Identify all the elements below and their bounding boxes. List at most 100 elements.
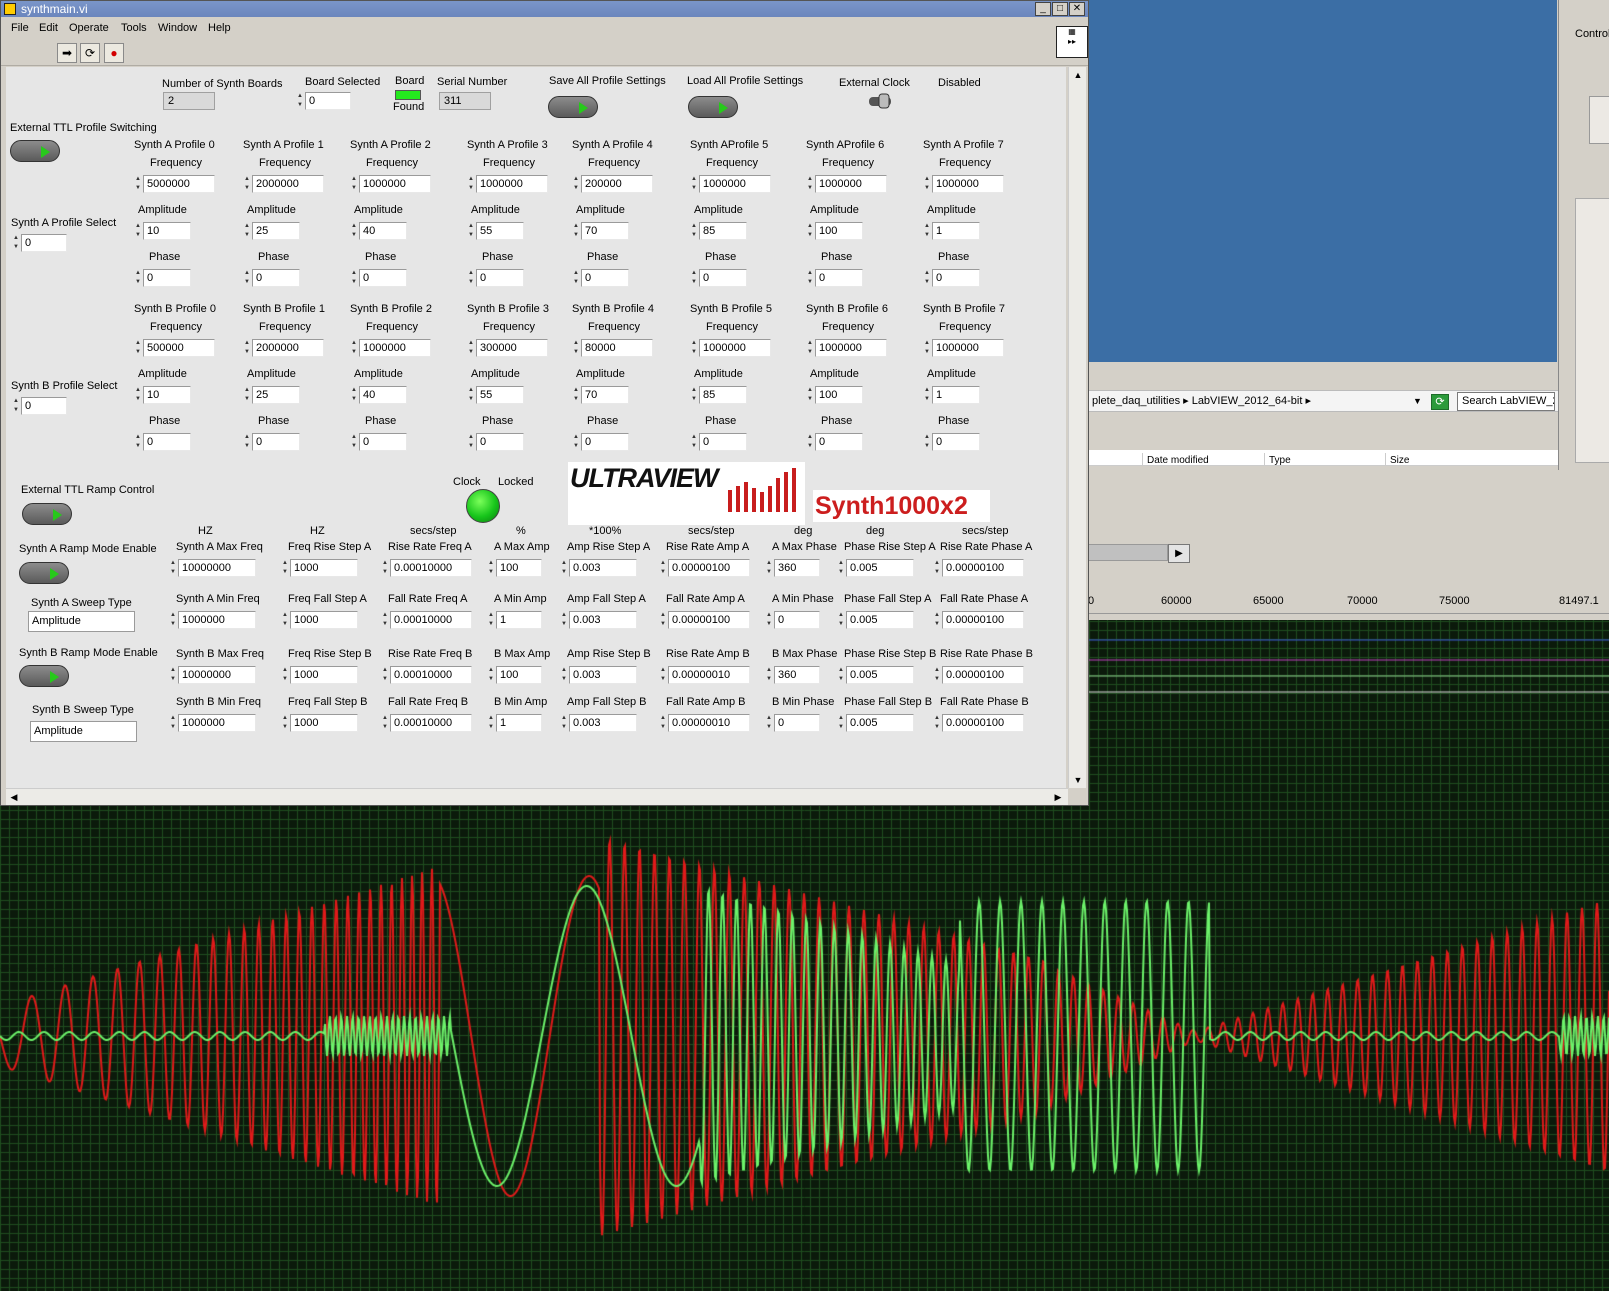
maximize-button[interactable]: □ [1052, 2, 1068, 16]
synth-b-profile-3-amplitude-label: Amplitude [471, 368, 520, 380]
synth-b-profile-7-phase-label: Phase [938, 415, 970, 427]
ultraview-logo: ULTRAVIEW [568, 462, 805, 525]
disabled-label: Disabled [938, 77, 981, 89]
ramp-unit-label: secs/step [410, 525, 457, 537]
ramp-field-label: Fall Rate Freq B [388, 696, 469, 708]
side-pane [1575, 198, 1609, 463]
run-continuously-icon[interactable]: ⟳ [80, 43, 100, 63]
control-label: Control [1575, 28, 1609, 40]
menu-help[interactable]: Help [208, 18, 231, 38]
synth-a-profile-5-amplitude-label: Amplitude [694, 204, 743, 216]
x-tick: 75000 [1439, 595, 1470, 607]
address-bar[interactable]: plete_daq_utilities ▸ LabVIEW_2012_64-bi… [1088, 390, 1558, 412]
search-input[interactable]: Search LabVIEW_2 [1457, 392, 1555, 411]
serial-number-indicator: 311 [439, 92, 491, 110]
scroll-right-icon[interactable]: ▶ [1050, 790, 1066, 805]
ext-ttl-ramp-toggle[interactable] [22, 503, 72, 525]
scrollbar-track[interactable] [1088, 544, 1168, 561]
ramp-unit-label: % [516, 525, 526, 537]
synth-a-sweep-select[interactable]: Amplitude [28, 611, 135, 632]
synth-b-sweep-value: Amplitude [34, 725, 83, 737]
locked-label: Locked [498, 476, 534, 488]
title-bar[interactable]: synthmain.vi _ □ ✕ [1, 1, 1088, 17]
synth-a-profile-1-frequency-label: Frequency [259, 157, 311, 169]
ramp-field-label: Phase Fall Step B [844, 696, 933, 708]
side-button[interactable] [1589, 96, 1609, 144]
menu-operate[interactable]: Operate [69, 18, 109, 38]
synth-b-sweep-select[interactable]: Amplitude [30, 721, 137, 742]
synth-b-profile-0-amplitude-label: Amplitude [138, 368, 187, 380]
synth-b-profile-2-title: Synth B Profile 2 [350, 303, 432, 315]
run-arrow-icon[interactable]: ➡ [57, 43, 77, 63]
synth-a-profile-3-amplitude-label: Amplitude [471, 204, 520, 216]
abort-icon[interactable]: ● [104, 43, 124, 63]
synth-b-ramp-enable-toggle[interactable] [19, 665, 69, 687]
ramp-field-label: A Max Amp [494, 541, 550, 553]
column-type[interactable]: Type [1264, 453, 1291, 465]
labview-window: synthmain.vi _ □ ✕ File Edit Operate Too… [0, 0, 1089, 806]
ramp-unit-label: *100% [589, 525, 622, 537]
scroll-left-icon[interactable]: ◀ [6, 790, 22, 805]
synth-b-profile-4-phase-label: Phase [587, 415, 619, 427]
ramp-field-label: Amp Rise Step A [567, 541, 651, 553]
load-settings-button[interactable] [688, 96, 738, 118]
vertical-scrollbar[interactable]: ▲ ▼ [1068, 67, 1086, 788]
synth-b-profile-1-title: Synth B Profile 1 [243, 303, 325, 315]
horizontal-scrollbar[interactable]: ◀ ▶ [6, 788, 1068, 805]
synth-a-sweep-value: Amplitude [32, 615, 81, 627]
synth-a-select-label: Synth A Profile Select [11, 217, 117, 229]
desktop-area [1088, 0, 1557, 362]
x-tick: 70000 [1347, 595, 1378, 607]
address-path[interactable]: plete_daq_utilities ▸ LabVIEW_2012_64-bi… [1092, 391, 1311, 411]
scope-scrollbar[interactable]: ▶ [1088, 538, 1609, 568]
ramp-field-label: Amp Rise Step B [567, 648, 651, 660]
serial-number-label: Serial Number [437, 76, 508, 88]
vi-icon [4, 3, 16, 15]
menu-tools[interactable]: Tools [121, 18, 147, 38]
board-label: Board [395, 75, 425, 87]
synth-a-profile-2-phase-label: Phase [365, 251, 397, 263]
menu-edit[interactable]: Edit [39, 18, 58, 38]
ramp-field-label: A Min Phase [772, 593, 834, 605]
external-clock-switch[interactable] [867, 93, 893, 109]
synth-a-profile-3-frequency-label: Frequency [483, 157, 535, 169]
synth-a-profile-0-frequency-label: Frequency [150, 157, 202, 169]
menu-file[interactable]: File [11, 18, 29, 38]
synth-b-profile-1-amplitude-label: Amplitude [247, 368, 296, 380]
save-settings-button[interactable] [548, 96, 598, 118]
synth-a-ramp-enable-toggle[interactable] [19, 562, 69, 584]
synth-b-select-label: Synth B Profile Select [11, 380, 118, 392]
synth-b-profile-5-phase-label: Phase [705, 415, 737, 427]
chevron-down-icon[interactable]: ▼ [1413, 391, 1422, 411]
save-settings-label: Save All Profile Settings [549, 75, 666, 87]
column-date-modified[interactable]: Date modified [1142, 453, 1209, 465]
ext-ttl-profile-toggle[interactable] [10, 140, 60, 162]
load-settings-label: Load All Profile Settings [687, 75, 804, 87]
ramp-field-label: Synth A Max Freq [176, 541, 263, 553]
menu-window[interactable]: Window [158, 18, 197, 38]
refresh-icon[interactable]: ⟳ [1431, 394, 1449, 410]
external-clock-label: External Clock [839, 77, 910, 89]
board-found-led [395, 90, 421, 100]
synth-a-profile-0-title: Synth A Profile 0 [134, 139, 215, 151]
synth-b-profile-6-frequency-label: Frequency [822, 321, 874, 333]
close-button[interactable]: ✕ [1069, 2, 1085, 16]
ramp-field-label: Phase Fall Step A [844, 593, 932, 605]
synth-b-profile-4-frequency-label: Frequency [588, 321, 640, 333]
ramp-field-label: Freq Rise Step B [288, 648, 372, 660]
synth-a-sweep-label: Synth A Sweep Type [31, 597, 132, 609]
synth-a-profile-6-phase-label: Phase [821, 251, 853, 263]
ramp-unit-label: secs/step [688, 525, 735, 537]
synth-a-profile-4-amplitude-label: Amplitude [576, 204, 625, 216]
scroll-down-icon[interactable]: ▼ [1070, 772, 1086, 788]
minimize-button[interactable]: _ [1035, 2, 1051, 16]
synth-a-profile-3-phase-label: Phase [482, 251, 514, 263]
ramp-field-label: Fall Rate Amp A [666, 593, 745, 605]
synth-b-profile-5-amplitude-label: Amplitude [694, 368, 743, 380]
scroll-up-icon[interactable]: ▲ [1070, 67, 1086, 83]
synth-b-profile-5-frequency-label: Frequency [706, 321, 758, 333]
column-size[interactable]: Size [1385, 453, 1409, 465]
synth-b-ramp-enable-label: Synth B Ramp Mode Enable [19, 647, 158, 659]
arrow-right-icon[interactable]: ▶ [1168, 544, 1190, 563]
synth-a-profile-7-frequency-label: Frequency [939, 157, 991, 169]
